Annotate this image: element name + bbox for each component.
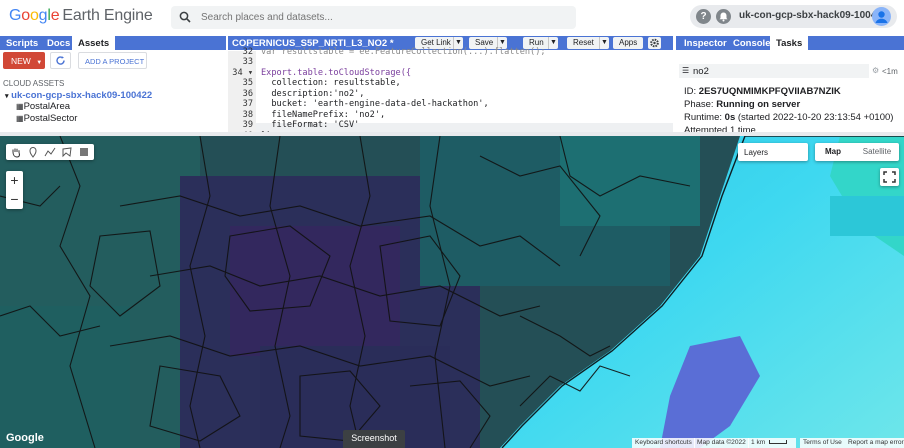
line-number: 32 <box>242 47 253 57</box>
google-logo: Google <box>6 432 44 444</box>
task-age: <1m <box>882 67 898 76</box>
line-number: 37 <box>242 99 253 109</box>
fullscreen-icon <box>883 171 896 183</box>
asset-postalsector[interactable]: ▦PostalSector <box>16 113 77 124</box>
tab-assets[interactable]: Assets <box>72 36 116 50</box>
rectangle-tool-icon[interactable] <box>78 146 90 158</box>
line-number: 34 ▾ <box>232 68 253 78</box>
task-runtime: Runtime: 0s (started 2022-10-20 23:13:54… <box>684 112 894 123</box>
asset-postalarea[interactable]: ▦PostalArea <box>16 101 70 112</box>
refresh-button[interactable] <box>50 52 71 69</box>
refresh-icon <box>56 56 65 65</box>
marker-icon[interactable] <box>27 146 39 158</box>
code-line: Export.table.toCloudStorage({ <box>261 68 412 78</box>
code-area[interactable]: 32 var resultstable = ee.FeatureCollecti… <box>228 47 673 141</box>
list-icon: ☰ <box>682 66 690 75</box>
line-number: 35 <box>242 78 253 88</box>
report-map-error-link[interactable]: Report a map error <box>845 438 904 448</box>
code-line: bucket: 'earth-engine-data-del-hackathon… <box>261 99 489 109</box>
left-panel: Scripts Docs Assets NEW ▼ ADD A PROJECT … <box>0 34 226 132</box>
avatar[interactable] <box>872 7 891 26</box>
task-attempts: Attempted 1 time <box>684 125 756 132</box>
tab-inspector[interactable]: Inspector <box>678 36 733 50</box>
caret-down-icon[interactable]: ▾ <box>5 93 9 100</box>
chevron-down-icon[interactable]: ▼ <box>599 37 609 49</box>
code-line: fileFormat: 'CSV' <box>261 120 360 130</box>
line-number: 39 <box>242 120 253 130</box>
task-phase: Phase: Running on server <box>684 99 801 110</box>
terms-of-use-link[interactable]: Terms of Use <box>800 438 845 448</box>
map-view[interactable] <box>0 136 904 448</box>
gear-icon[interactable] <box>648 37 661 49</box>
scale-line <box>769 440 788 444</box>
apps-button[interactable]: Apps <box>613 37 643 49</box>
account-bar: ? uk-con-gcp-sbx-hack09-100422 <box>690 5 897 28</box>
left-tab-bar: Scripts Docs Assets <box>0 36 226 50</box>
search-icon <box>179 11 191 23</box>
table-icon: ▦ <box>16 114 24 123</box>
task-id: ID: 2ES7UQNMIMKPFQVIIAB7NZIK <box>684 86 841 97</box>
keyboard-shortcuts-link[interactable]: Keyboard shortcuts <box>632 438 695 448</box>
table-icon: ▦ <box>16 102 24 111</box>
project-tree-root[interactable]: ▾ uk-con-gcp-sbx-hack09-100422 <box>5 90 152 101</box>
code-line: var resultstable = ee.FeatureCollection(… <box>261 47 546 57</box>
scale-bar[interactable]: 1 km <box>748 438 796 448</box>
code-line: description:'no2', <box>261 89 365 99</box>
chevron-down-icon: ▼ <box>36 60 43 66</box>
task-name: no2 <box>693 66 709 77</box>
code-line: collection: resultstable, <box>261 78 401 88</box>
notifications-icon[interactable] <box>716 9 731 24</box>
task-row[interactable]: ☰ no2 <box>679 64 869 78</box>
top-bar: GoogleEarth Engine ? uk-con-gcp-sbx-hack… <box>0 0 904 34</box>
zoom-in-button[interactable]: + <box>6 171 23 190</box>
tab-docs[interactable]: Docs <box>41 36 76 50</box>
project-selector[interactable]: uk-con-gcp-sbx-hack09-100422 <box>739 10 887 21</box>
search-input[interactable] <box>201 9 561 26</box>
line-number: 38 <box>242 110 253 120</box>
map-type-map-button[interactable]: Map <box>815 143 851 161</box>
right-tab-bar: Inspector Console Tasks <box>676 36 904 50</box>
earth-engine-logo[interactable]: Google Earth Engine <box>9 7 153 25</box>
new-button[interactable]: NEW ▼ <box>3 52 45 69</box>
fullscreen-button[interactable] <box>880 168 899 186</box>
task-status-icon: ⚙ <box>872 66 880 75</box>
chevron-down-icon[interactable]: ▼ <box>548 37 558 49</box>
tab-tasks[interactable]: Tasks <box>770 36 809 50</box>
code-line: fileNamePrefix: 'no2', <box>261 110 386 120</box>
line-tool-icon[interactable] <box>44 146 56 158</box>
search-box[interactable] <box>171 6 576 29</box>
line-number: 36 <box>242 89 253 99</box>
no2-map-canvas[interactable] <box>0 136 904 448</box>
code-editor-panel: COPERNICUS_S5P_NRTI_L3_NO2 * Get Link ▼ S… <box>228 34 673 141</box>
tab-scripts[interactable]: Scripts <box>0 36 44 50</box>
reset-button[interactable]: Reset ▼ <box>567 37 609 49</box>
add-project-button[interactable]: ADD A PROJECT <box>78 52 147 69</box>
cloud-assets-title: CLOUD ASSETS <box>3 79 65 88</box>
screenshot-button[interactable]: Screenshot <box>343 430 405 448</box>
zoom-out-button[interactable]: − <box>6 190 23 209</box>
hand-icon[interactable] <box>10 146 22 158</box>
help-icon[interactable]: ? <box>696 9 711 24</box>
map-type-satellite-button[interactable]: Satellite <box>855 143 899 161</box>
map-type-toggle: Map Satellite <box>815 143 899 161</box>
layers-dropdown[interactable]: Layers <box>738 143 808 161</box>
right-panel: Inspector Console Tasks ☰ no2 ⚙ <1m ID: … <box>676 34 904 132</box>
drawing-tools <box>6 144 94 160</box>
zoom-control: + − <box>6 171 23 209</box>
line-number: 33 <box>242 57 253 67</box>
polygon-tool-icon[interactable] <box>61 146 73 158</box>
map-data-attribution: Map data ©2022 <box>694 438 749 448</box>
